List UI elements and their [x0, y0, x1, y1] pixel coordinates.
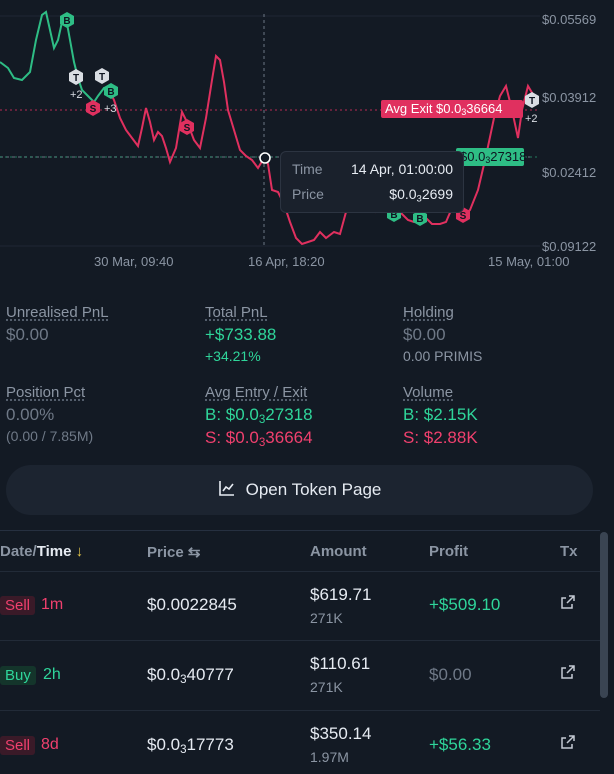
stat-avg-entry-exit: Avg Entry / Exit B: $0.0327318 S: $0.033…	[205, 384, 313, 449]
trade-age: 8d	[41, 736, 59, 753]
open-token-page-button[interactable]: Open Token Page	[6, 465, 593, 515]
avg-entry-tag: $0.0327318	[456, 148, 526, 166]
stat-sub-value: 0.00 PRIMIS	[403, 348, 483, 364]
x-axis-label: 15 May, 01:00	[488, 254, 570, 269]
trade-price: $0.0340777	[147, 665, 234, 686]
x-axis-label: 16 Apr, 18:20	[248, 254, 325, 269]
stat-unrealised-pnl: Unrealised PnL $0.00	[6, 304, 109, 345]
tooltip-price-label: Price	[292, 186, 324, 202]
external-link-icon[interactable]	[560, 664, 576, 685]
avg-exit-tag: Avg Exit $0.0336664	[381, 100, 523, 118]
stat-volume: Volume B: $2.15K S: $2.88K	[403, 384, 478, 448]
tooltip-time-label: Time	[292, 161, 323, 177]
trade-profit: $0.00	[429, 665, 472, 684]
x-axis-label: 30 Mar, 09:40	[94, 254, 174, 269]
trade-token-amount: 271K	[310, 679, 343, 695]
stat-position-pct: Position Pct 0.00% (0.00 / 7.85M)	[6, 384, 93, 444]
column-header-price[interactable]: Price ⇆	[147, 543, 200, 561]
trade-profit: +$56.33	[429, 735, 491, 754]
trade-price: $0.0022845	[147, 595, 237, 614]
table-row[interactable]: Buy 2h $0.0340777 $110.61 271K $0.00	[0, 640, 600, 710]
stat-label[interactable]: Volume	[403, 384, 478, 401]
y-axis-label: $0.03912	[542, 90, 597, 105]
stat-label[interactable]: Avg Entry / Exit	[205, 384, 313, 401]
trade-amount: $110.61	[310, 654, 371, 673]
table-scrollbar[interactable]	[600, 532, 608, 698]
stat-volume-sell: S: $2.88K	[403, 428, 478, 447]
stat-label[interactable]: Position Pct	[6, 384, 93, 401]
trade-token-amount: 1.97M	[310, 749, 349, 765]
side-badge: Buy	[0, 666, 36, 685]
stat-sub-value: (0.00 / 7.85M)	[6, 428, 94, 444]
trade-profit: +$509.10	[429, 595, 501, 614]
chart-line-icon	[218, 479, 236, 502]
column-header-date-time[interactable]: Date/Time ↓	[0, 543, 83, 560]
chart-canvas[interactable]	[0, 0, 614, 280]
stat-value: $0.00	[6, 325, 49, 344]
stat-label[interactable]: Holding	[403, 304, 482, 321]
y-axis-label: $0.02412	[542, 165, 597, 180]
y-axis-label: $0.05569	[542, 12, 597, 27]
section-divider	[0, 530, 600, 531]
y-axis-label: $0.09122	[542, 239, 597, 254]
external-link-icon[interactable]	[560, 734, 576, 755]
open-token-page-label: Open Token Page	[245, 480, 382, 499]
stat-holding: Holding $0.00 0.00 PRIMIS	[403, 304, 482, 364]
price-line-up	[0, 10, 108, 104]
side-badge: Sell	[0, 596, 36, 615]
table-row[interactable]: Sell 8d $0.0317773 $350.14 1.97M +$56.33	[0, 710, 600, 774]
stat-value: +$733.88	[205, 325, 277, 344]
stat-label[interactable]: Total PnL	[205, 304, 276, 321]
stat-avg-entry-value: B: $0.0327318	[205, 405, 313, 426]
chart-tooltip: Time 14 Apr, 01:00:00 Price $0.032699	[280, 151, 464, 213]
stat-volume-buy: B: $2.15K	[403, 405, 478, 424]
stat-value: 0.00%	[6, 405, 55, 424]
stat-total-pnl: Total PnL +$733.88 +34.21%	[205, 304, 276, 364]
column-header-amount[interactable]: Amount	[310, 543, 367, 560]
sort-down-icon[interactable]: ↓	[76, 543, 84, 560]
trade-price: $0.0317773	[147, 735, 234, 756]
table-row[interactable]: Sell 1m $0.0022845 $619.71 271K +$509.10	[0, 571, 600, 641]
trade-token-amount: 271K	[310, 610, 343, 626]
trade-age: 2h	[43, 666, 61, 683]
column-header-tx: Tx	[560, 543, 578, 560]
external-link-icon[interactable]	[560, 594, 576, 615]
tooltip-time-value: 14 Apr, 01:00:00	[351, 161, 453, 177]
stat-avg-exit-value: S: $0.0336664	[205, 428, 313, 449]
crosshair-point	[259, 152, 271, 164]
swap-icon[interactable]: ⇆	[188, 544, 201, 561]
trade-amount: $619.71	[310, 585, 372, 604]
stat-sub-value: +34.21%	[205, 348, 261, 364]
trade-amount: $350.14	[310, 724, 372, 743]
side-badge: Sell	[0, 736, 36, 755]
stat-label[interactable]: Unrealised PnL	[6, 304, 109, 321]
tooltip-price-value: $0.032699	[389, 186, 453, 205]
trade-age: 1m	[41, 596, 64, 613]
price-chart[interactable]: $0.05569 $0.03912 $0.02412 $0.09122 30 M…	[0, 0, 614, 280]
stat-value: $0.00	[403, 325, 446, 344]
column-header-profit[interactable]: Profit	[429, 543, 468, 560]
